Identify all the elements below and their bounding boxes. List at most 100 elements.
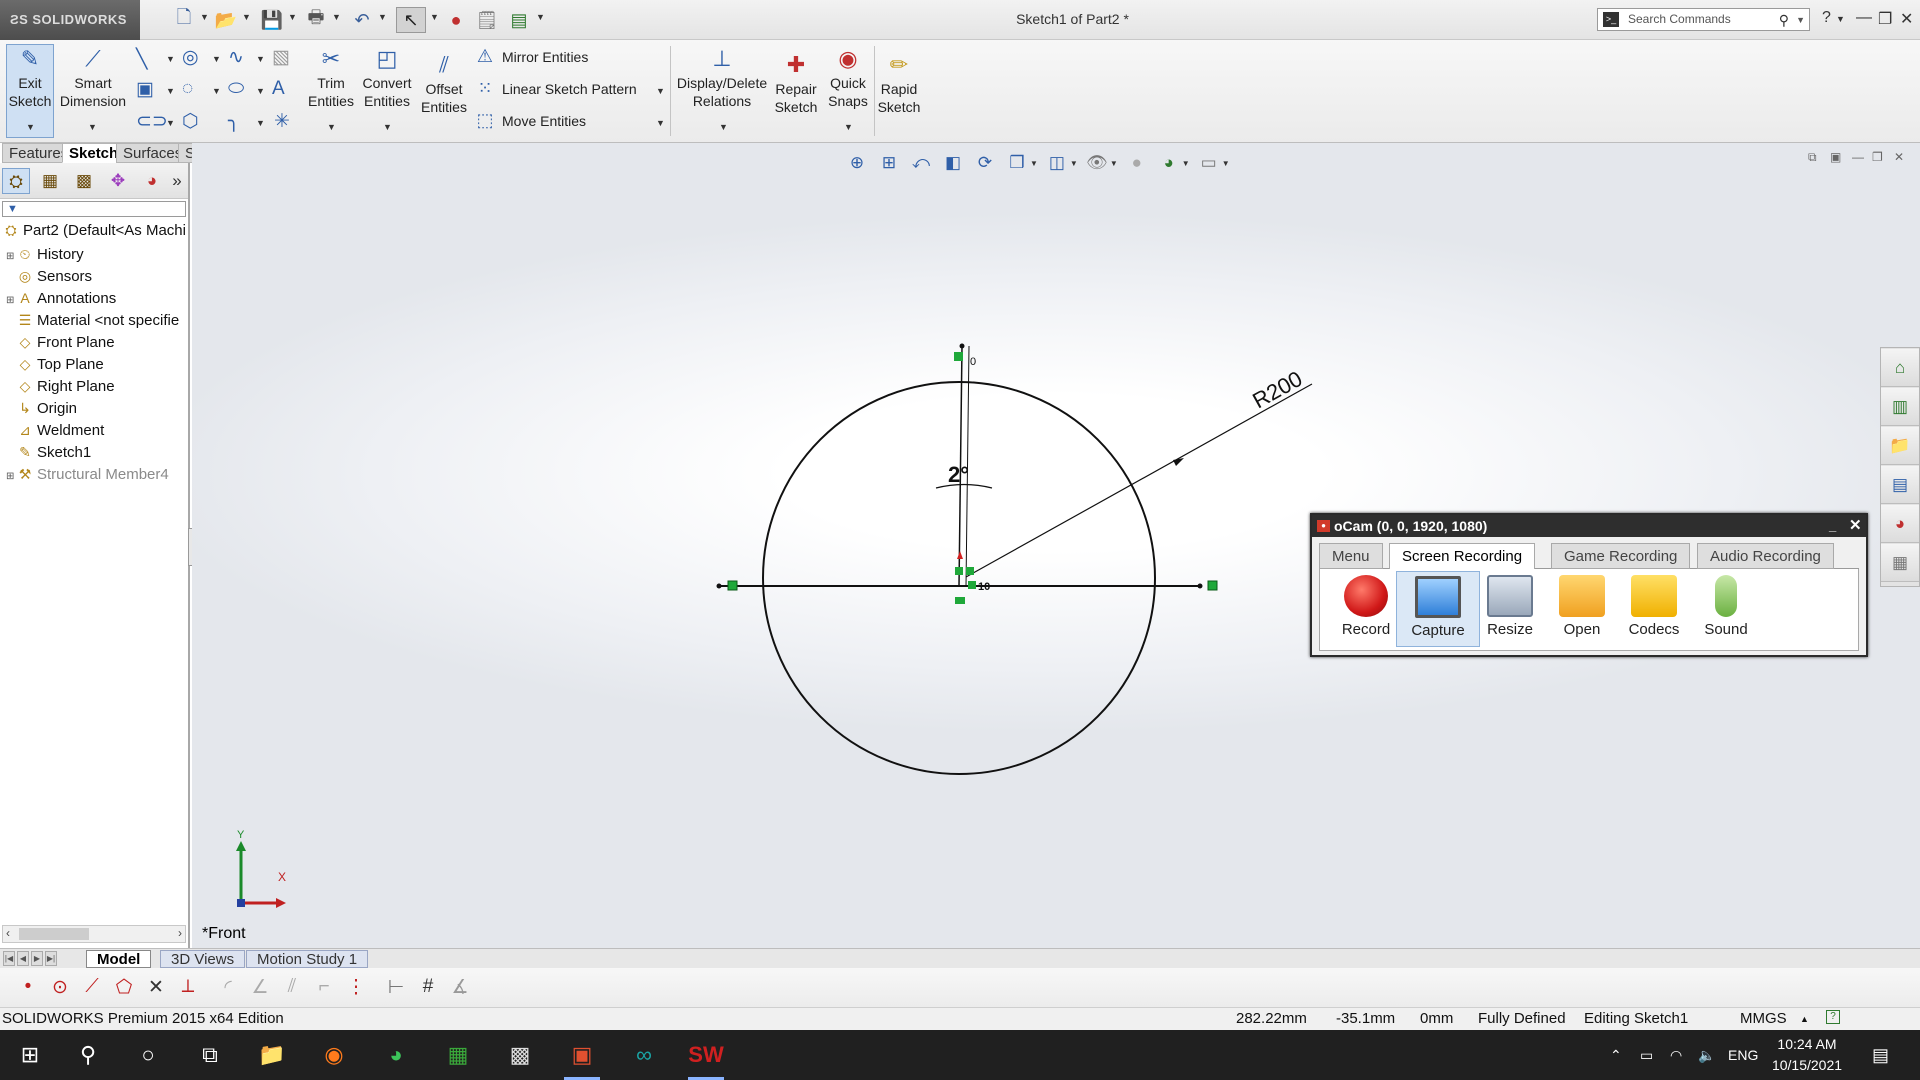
viewport-split-icon[interactable]: ▣ (1830, 150, 1841, 164)
rapid-sketch-button[interactable]: ✏ Rapid Sketch (876, 52, 922, 116)
ocam-sound-button[interactable]: Sound (1684, 571, 1768, 647)
previous-view-icon[interactable]: ⤺ (908, 153, 934, 173)
polygon-tool-icon[interactable]: ⬠ (110, 976, 138, 999)
smart-dimension-button[interactable]: ⟋ Smart Dimension (58, 46, 128, 110)
rectangle-icon[interactable]: ▣ (136, 78, 154, 101)
viewport-close-icon[interactable]: ✕ (1894, 150, 1904, 164)
tree-item-sensors[interactable]: ◎ Sensors (0, 265, 188, 287)
minimize-icon[interactable]: — (1856, 9, 1872, 27)
relation-marker-right[interactable] (1207, 580, 1218, 591)
repair-sketch-button[interactable]: ✚ Repair Sketch (772, 52, 820, 116)
angle-relation-icon[interactable]: ∠ (246, 976, 274, 999)
dynamic-annotation-icon[interactable]: ⟳ (972, 153, 998, 173)
excel-icon[interactable]: ▦ (434, 1030, 482, 1080)
origin-marker-icon[interactable] (957, 551, 963, 559)
tree-item-origin[interactable]: ↳ Origin (0, 397, 188, 419)
circle-top-point[interactable] (959, 343, 965, 349)
rectangle-dropdown-icon[interactable]: ▼ (166, 86, 175, 96)
more-tabs-icon[interactable]: » (168, 168, 186, 194)
bottom-tab-motion-study-1[interactable]: Motion Study 1 (246, 950, 369, 968)
viewport-restore-icon[interactable]: ❐ (1872, 150, 1883, 164)
search-commands-input[interactable]: >_ Search Commands ⚲ ▼ (1597, 8, 1810, 31)
close-icon[interactable]: ✕ (1900, 9, 1913, 29)
solidworks-resources-icon[interactable]: ⌂ (1881, 349, 1919, 387)
notifications-icon[interactable]: ▤ (1872, 1030, 1889, 1080)
tree-item-sketch1[interactable]: ✎ Sketch1 (0, 441, 188, 463)
calculator-icon[interactable]: ▩ (496, 1030, 544, 1080)
slot-dropdown-icon[interactable]: ▼ (166, 118, 175, 128)
help-icon[interactable]: ? (1822, 9, 1831, 27)
ocam-tab-menu[interactable]: Menu (1319, 543, 1383, 569)
tree-item-weldment[interactable]: ⊿ Weldment (0, 419, 188, 441)
tree-item-annotations[interactable]: ⊞ A Annotations (0, 287, 188, 309)
hide-show-dropdown-icon[interactable]: ▼ (1110, 159, 1118, 168)
tree-expand-icon[interactable]: ⊞ (6, 466, 16, 485)
view-palette-icon[interactable]: ▤ (1881, 466, 1919, 504)
view-orientation-icon[interactable]: ❒ (1004, 153, 1030, 173)
tree-horizontal-scrollbar[interactable]: ‹ › (2, 925, 186, 943)
bottom-tab-3d-views[interactable]: 3D Views (160, 950, 246, 968)
circle-icon[interactable]: ◎ (182, 46, 199, 69)
line-right-endpoint[interactable] (1197, 583, 1203, 589)
search-dropdown-icon[interactable]: ▼ (1796, 10, 1805, 31)
surface-hatch-icon[interactable]: ▧ (272, 46, 290, 69)
circle-tool-icon[interactable]: ⊙ (46, 976, 74, 999)
text-icon[interactable]: A (272, 78, 285, 100)
custom-properties-icon[interactable]: ▦ (1881, 544, 1919, 582)
move-dropdown-icon[interactable]: ▼ (656, 118, 665, 128)
slot-icon[interactable]: ⊂⊃ (136, 110, 168, 133)
design-library-icon[interactable]: ▥ (1881, 388, 1919, 426)
ocam-title-bar[interactable]: ● oCam (0, 0, 1920, 1080) _ ✕ (1312, 515, 1866, 537)
relation-marker-center-b[interactable] (966, 567, 974, 575)
display-delete-relations-button[interactable]: ⊥ Display/Delete Relations (676, 46, 768, 110)
display-style-icon[interactable]: ◫ (1044, 153, 1070, 173)
convert-entities-button[interactable]: ◰ Convert Entities (358, 46, 416, 110)
grid-icon[interactable]: # (414, 976, 442, 998)
status-help-icon[interactable]: ? (1826, 1010, 1840, 1024)
circle-dropdown-icon[interactable]: ▼ (212, 54, 221, 64)
edit-appearance-icon[interactable]: ● (1124, 153, 1150, 173)
tree-expand-icon[interactable]: ⊞ (6, 246, 16, 265)
radius-dimension-label[interactable]: R200 (1248, 366, 1306, 413)
ocam-tab-game-recording[interactable]: Game Recording (1551, 543, 1691, 569)
ocam-taskbar-icon[interactable]: ▣ (558, 1030, 606, 1080)
ellipse-icon[interactable]: ⬭ (228, 78, 244, 100)
angle-snap-icon[interactable]: ∡ (446, 976, 474, 999)
tree-root-part[interactable]: ⛭ Part2 (Default<As Machi (0, 219, 188, 241)
relation-marker-center-a[interactable] (955, 567, 963, 575)
tree-item-history[interactable]: ⊞ ⏲ History (0, 243, 188, 265)
midpoint-relation-icon[interactable]: ⋮ (342, 976, 370, 999)
intersection-tool-icon[interactable]: ✕ (142, 976, 170, 999)
taskbar-clock[interactable]: 10:24 AM 10/15/2021 (1762, 1034, 1852, 1076)
section-view-icon[interactable]: ◧ (940, 153, 966, 173)
search-icon[interactable]: ⚲ (1779, 10, 1789, 31)
line-left-endpoint[interactable] (716, 583, 722, 589)
prev-tab-icon[interactable]: ◀ (17, 951, 29, 966)
spline-icon[interactable]: ∿ (228, 46, 244, 69)
display-manager-tab-icon[interactable]: ◕ (138, 168, 166, 194)
fillet-icon[interactable]: ╮ (228, 110, 239, 133)
tree-item-front-plane[interactable]: ◇ Front Plane (0, 331, 188, 353)
apply-scene-dropdown-icon[interactable]: ▼ (1182, 159, 1190, 168)
line-icon[interactable]: ╲ (136, 48, 147, 71)
zoom-to-area-icon[interactable]: ⊞ (876, 153, 902, 173)
tangent-arc-icon[interactable]: ◜ (214, 976, 242, 999)
viewport-tile-icon[interactable]: ⧉ (1808, 150, 1817, 165)
last-tab-icon[interactable]: ▶| (45, 951, 57, 966)
corner-relation-icon[interactable]: ⌐ (310, 976, 338, 998)
arduino-icon[interactable]: ∞ (620, 1030, 668, 1080)
view-settings-dropdown-icon[interactable]: ▼ (1222, 159, 1230, 168)
zoom-to-fit-icon[interactable]: ⊕ (844, 153, 870, 173)
quick-snaps-dropdown-icon[interactable]: ▼ (844, 122, 853, 132)
editing-mode[interactable]: Editing Sketch1 (1584, 1008, 1688, 1030)
linear-pattern-dropdown-icon[interactable]: ▼ (656, 86, 665, 96)
polygon-icon[interactable]: ⬡ (182, 110, 199, 133)
line-dropdown-icon[interactable]: ▼ (166, 54, 175, 64)
scroll-left-icon[interactable]: ‹ (6, 926, 10, 940)
view-settings-icon[interactable]: ▭ (1196, 153, 1222, 173)
battery-icon[interactable]: ▭ (1640, 1030, 1653, 1080)
help-dropdown-icon[interactable]: ▼ (1836, 14, 1845, 24)
next-tab-icon[interactable]: ▶ (31, 951, 43, 966)
quick-snaps-button[interactable]: ◉ Quick Snaps (824, 46, 872, 110)
ellipse-dropdown-icon[interactable]: ▼ (256, 86, 265, 96)
